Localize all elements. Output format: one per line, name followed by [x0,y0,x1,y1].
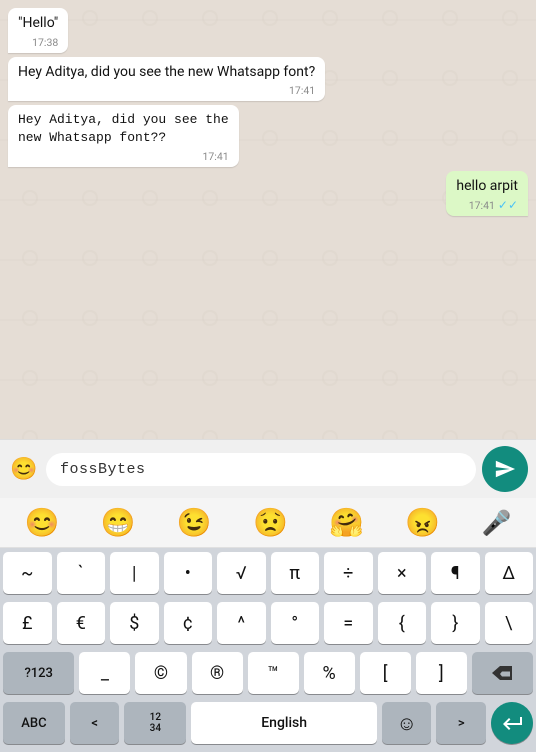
key-gt[interactable]: > [436,702,486,744]
msg-time-2: 17:41 [289,84,315,97]
key-pound[interactable]: £ [3,602,52,644]
spacebar-key[interactable]: English [191,702,377,744]
keyboard: ~ ` | • √ π ÷ × ¶ Δ £ € $ ¢ ^ ° = { } \ … [0,548,536,752]
emoji-6[interactable]: 😠 [405,506,440,539]
msg-time-1: 17:38 [32,36,58,49]
key-copyright[interactable]: © [135,652,186,694]
key-lt[interactable]: < [70,702,120,744]
key-num[interactable]: 1234 [124,702,186,744]
message-input[interactable] [46,453,476,486]
key-sqrt[interactable]: √ [217,552,266,594]
send-button[interactable] [482,446,528,492]
key-tilde[interactable]: ~ [3,552,52,594]
keyboard-row-1: ~ ` | • √ π ÷ × ¶ Δ [0,548,536,598]
key-rbrace[interactable]: } [431,602,480,644]
message-received-2: Hey Aditya, did you see the new Whatsapp… [8,57,325,102]
key-percent[interactable]: % [304,652,355,694]
key-degree[interactable]: ° [271,602,320,644]
key-pi[interactable]: π [271,552,320,594]
key-cent[interactable]: ¢ [164,602,213,644]
key-123[interactable]: ?123 [3,652,74,694]
key-trademark[interactable]: ™ [248,652,299,694]
msg-time-sent-1: 17:41 [469,199,495,212]
emoji-row: 😊 😁 😉 😟 🤗 😠 🎤 [0,498,536,548]
key-registered[interactable]: ® [192,652,243,694]
message-received-1: "Hello" 17:38 [8,8,68,53]
emoji-button[interactable]: 😊 [8,453,40,485]
key-pilcrow[interactable]: ¶ [431,552,480,594]
key-backtick[interactable]: ` [57,552,106,594]
msg-text-3: Hey Aditya, did you see thenew Whatsapp … [18,111,229,147]
keyboard-row-3: ?123 _ © ® ™ % [ ] [0,648,536,698]
emoji-3[interactable]: 😉 [177,506,212,539]
message-received-3: Hey Aditya, did you see thenew Whatsapp … [8,105,239,166]
key-divide[interactable]: ÷ [324,552,373,594]
key-times[interactable]: × [378,552,427,594]
key-backslash[interactable]: \ [485,602,534,644]
chat-area: "Hello" 17:38 Hey Aditya, did you see th… [0,0,536,439]
input-bar: 😊 [0,439,536,498]
mic-button[interactable]: 🎤 [481,509,511,537]
key-equals[interactable]: = [324,602,373,644]
message-sent-1: hello arpit 17:41 ✓✓ [446,171,528,217]
msg-text-sent-1: hello arpit [456,177,518,197]
key-caret[interactable]: ^ [217,602,266,644]
key-dollar[interactable]: $ [110,602,159,644]
emoji-2[interactable]: 😁 [101,506,136,539]
msg-text-1: "Hello" [18,14,58,34]
emoji-5[interactable]: 🤗 [329,506,364,539]
key-bullet[interactable]: • [164,552,213,594]
key-lbrace[interactable]: { [378,602,427,644]
keyboard-bottom-row: ABC < 1234 English ☺ > [0,698,536,752]
key-rbracket[interactable]: ] [416,652,467,694]
key-underscore[interactable]: _ [79,652,130,694]
backspace-key[interactable] [472,652,533,694]
key-euro[interactable]: € [57,602,106,644]
key-lbracket[interactable]: [ [360,652,411,694]
msg-text-2: Hey Aditya, did you see the new Whatsapp… [18,63,315,83]
emoji-1[interactable]: 😊 [25,506,60,539]
keyboard-row-2: £ € $ ¢ ^ ° = { } \ [0,598,536,648]
msg-ticks-1: ✓✓ [498,198,518,212]
enter-key[interactable] [491,702,533,744]
key-abc[interactable]: ABC [3,702,65,744]
msg-time-3: 17:41 [202,150,228,163]
key-pipe[interactable]: | [110,552,159,594]
key-delta[interactable]: Δ [485,552,534,594]
emoji-4[interactable]: 😟 [253,506,288,539]
keyboard-emoji-key[interactable]: ☺ [382,702,432,744]
